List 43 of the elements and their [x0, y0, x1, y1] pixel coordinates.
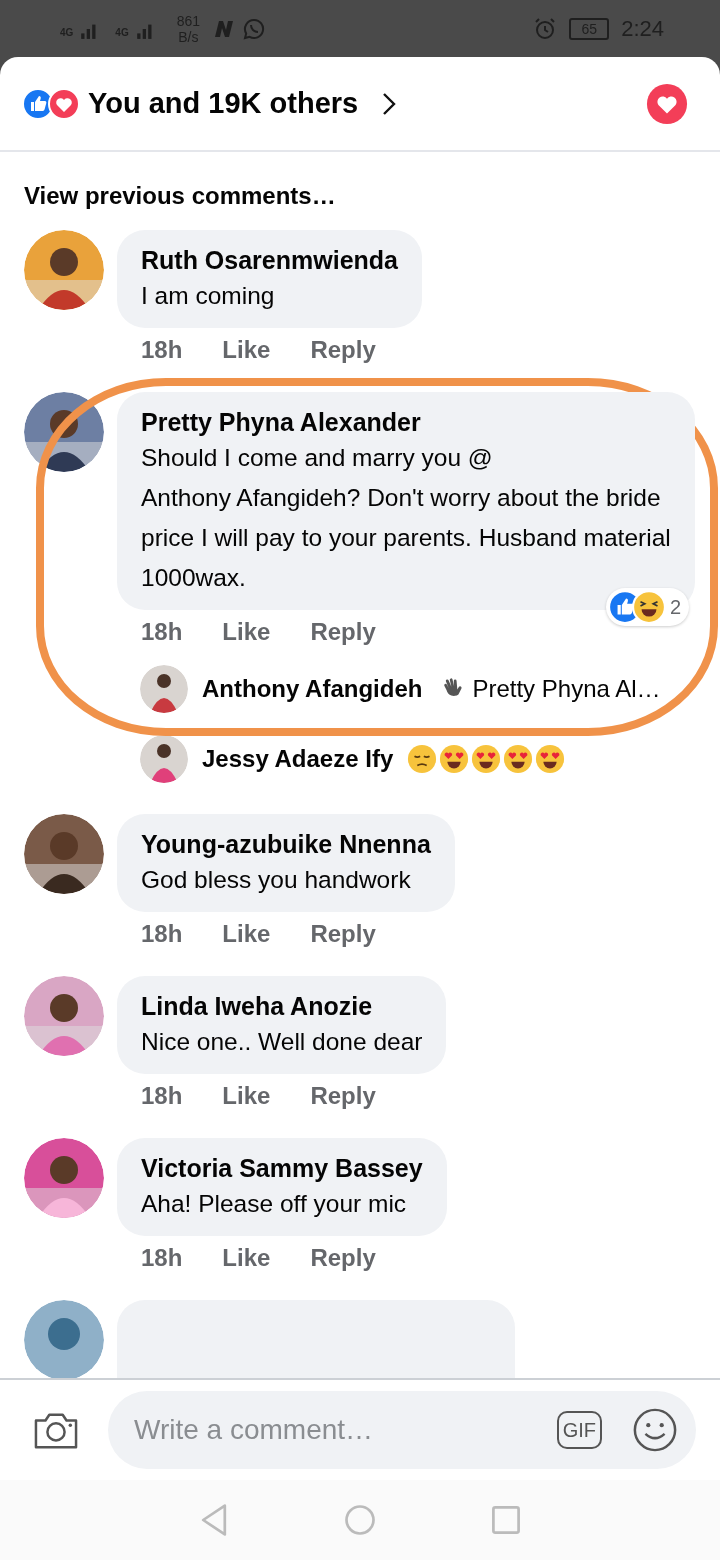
like-link[interactable]: Like — [222, 1244, 271, 1280]
like-link[interactable]: Like — [222, 336, 271, 372]
reply-link[interactable]: Reply — [310, 1244, 376, 1280]
comment-time: 18h — [141, 1244, 183, 1273]
gif-button[interactable]: GIF — [556, 1411, 602, 1449]
heart-eyes-face-icon — [439, 744, 470, 774]
comment-time: 18h — [141, 618, 183, 647]
comment-time: 18h — [141, 336, 183, 365]
reply-author-name[interactable]: Jessy Adaeze Ify — [202, 745, 394, 773]
heart-eyes-face-icon — [471, 744, 502, 774]
heart-eyes-face-icon — [503, 744, 534, 774]
reply-link[interactable]: Reply — [310, 920, 376, 956]
like-link[interactable]: Like — [222, 618, 271, 654]
comment-input-field[interactable]: Write a comment… GIF — [108, 1391, 696, 1469]
reply-author-name[interactable]: Anthony Afangideh — [202, 675, 423, 703]
comment-text: Aha! Please off your mic — [141, 1189, 408, 1219]
comment-time: 18h — [141, 920, 183, 949]
chevron-right-icon — [382, 91, 397, 116]
like-link[interactable]: Like — [222, 1082, 271, 1118]
heart-eyes-face-icon — [535, 744, 566, 774]
commenter-name[interactable]: Pretty Phyna Alexander — [141, 406, 671, 438]
comment-text: God bless you handwork — [141, 865, 412, 895]
reply-link[interactable]: Reply — [310, 336, 376, 372]
chat-bubble-icon — [242, 16, 267, 41]
reply-link[interactable]: Reply — [310, 618, 376, 654]
heart-reaction-button[interactable] — [646, 82, 688, 125]
smiley-icon[interactable] — [632, 1407, 678, 1453]
reaction-count-badge[interactable]: 2 — [605, 588, 689, 626]
sad-face-icon — [407, 744, 438, 774]
reply-preview-text: Pretty Phyna Al… — [472, 675, 661, 703]
laughing-face-icon — [631, 590, 666, 624]
like-link[interactable]: Like — [222, 920, 271, 956]
view-previous-comments-link[interactable]: View previous comments… — [0, 152, 720, 230]
commenter-name[interactable]: Ruth Osarenmwienda — [141, 244, 398, 276]
commenter-name[interactable]: Victoria Sammy Bassey — [141, 1152, 423, 1184]
comment-text: I am coming — [141, 281, 276, 311]
reactions-summary-link[interactable]: You and 19K others — [88, 87, 359, 120]
heart-reaction-icon — [48, 87, 80, 120]
reply-link[interactable]: Reply — [310, 1082, 376, 1118]
comment-time: 18h — [141, 1082, 183, 1111]
commenter-name[interactable]: Linda Iweha Anozie — [141, 990, 423, 1022]
comment-text: Nice one.. Well done dear — [141, 1027, 423, 1057]
commenter-name[interactable]: Young-azubuike Nnenna — [141, 828, 431, 860]
